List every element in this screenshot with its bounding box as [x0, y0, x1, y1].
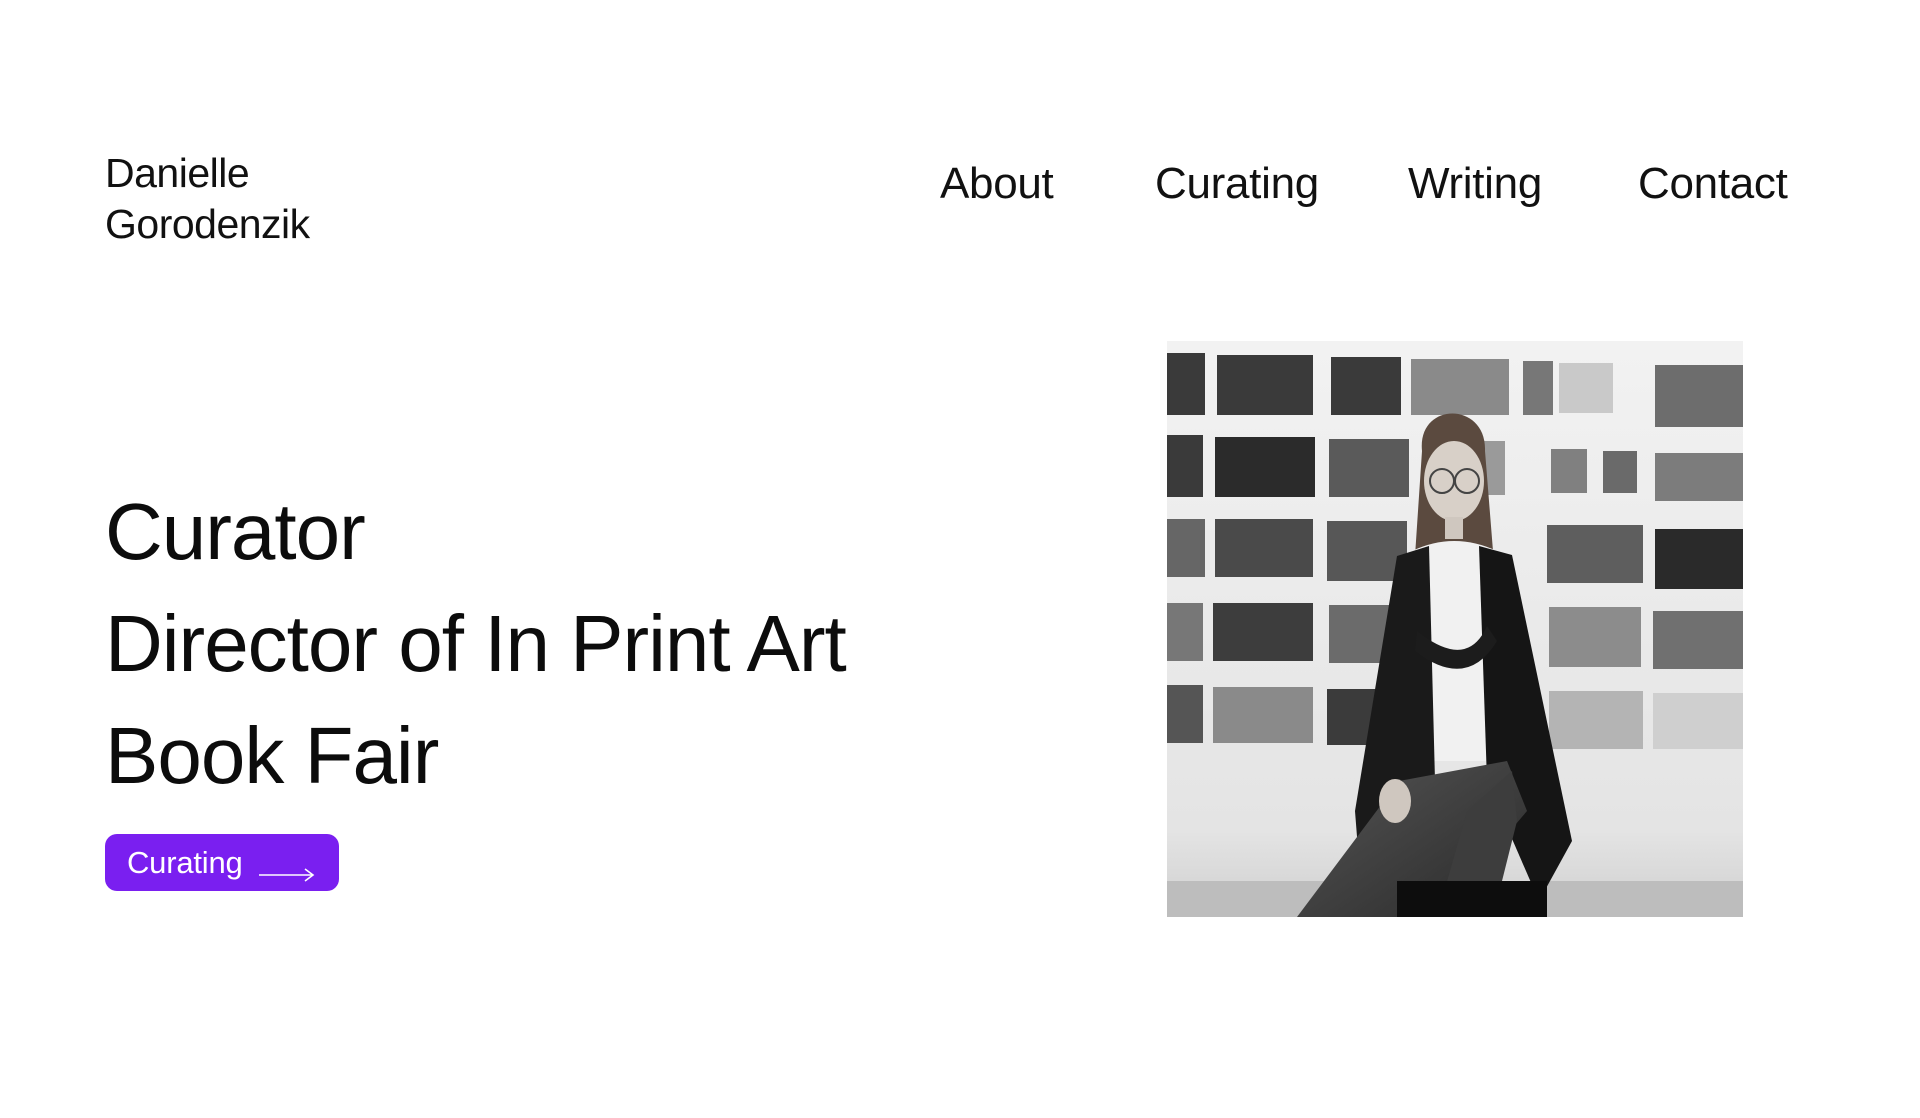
curating-button[interactable]: Curating: [105, 834, 339, 891]
nav-item-contact[interactable]: Contact: [1638, 158, 1788, 210]
nav-item-curating[interactable]: Curating: [1155, 158, 1319, 210]
hero-text: Curator Director of In Print Art Book Fa…: [105, 476, 847, 812]
arrow-right-icon: [258, 855, 315, 882]
page: Danielle Gorodenzik About Curating Writi…: [0, 0, 1920, 1118]
main-nav: About Curating Writing Contact: [0, 158, 1920, 210]
hero-title-fair: Book Fair: [105, 711, 439, 800]
portrait-photo: [1167, 341, 1743, 917]
hero-title-director: Director of In Print Art: [105, 599, 847, 688]
nav-item-about[interactable]: About: [940, 158, 1054, 210]
nav-item-writing[interactable]: Writing: [1408, 158, 1542, 210]
hero-title-role: Curator: [105, 487, 366, 576]
curating-button-label: Curating: [127, 844, 243, 880]
